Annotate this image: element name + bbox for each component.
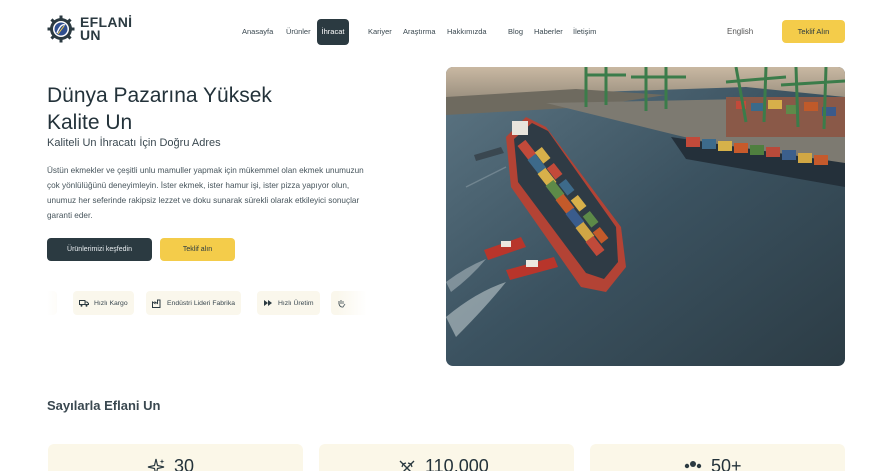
stat-card: 50+ <box>590 444 845 471</box>
stat-value: 30 <box>174 456 195 471</box>
feature-strip: Hızlı Kargo Endüstri Lideri Fabrika Hızl… <box>47 291 367 315</box>
stat-value: 50+ <box>711 456 742 471</box>
stat-value: 110.000 <box>425 456 489 471</box>
brand-line2: UN <box>80 27 101 43</box>
feature-chip-fabrika: Endüstri Lideri Fabrika <box>146 291 241 315</box>
hero-title: Dünya Pazarına Yüksek Kalite Un <box>47 84 272 134</box>
fade-right <box>337 291 367 315</box>
factory-icon <box>152 299 161 308</box>
get-offer-button[interactable]: Teklif alın <box>160 238 235 261</box>
feature-chip-kargo: Hızlı Kargo <box>73 291 134 315</box>
stat-card: 110.000 <box>319 444 574 471</box>
nav-item-haberler[interactable]: Haberler <box>534 19 563 45</box>
nav-item-kariyer[interactable]: Kariyer <box>368 19 392 45</box>
feature-chip-uretim: Hızlı Üretim <box>257 291 320 315</box>
hero-subtitle: Kaliteli Un İhracatı İçin Doğru Adres <box>47 137 221 149</box>
fade-left <box>47 291 77 315</box>
stat-card: 30 <box>48 444 303 471</box>
wheat-icon <box>399 460 415 471</box>
truck-icon <box>79 300 89 307</box>
site-header: EFLANİ UN Anasayfa Ürünler İhracat Kariy… <box>0 0 892 64</box>
language-switch[interactable]: English <box>727 19 753 45</box>
nav-item-iletisim[interactable]: İletişim <box>573 19 596 45</box>
gear-logo-icon <box>47 15 75 43</box>
explore-products-button[interactable]: Ürünlerimizi keşfedin <box>47 238 152 261</box>
sparkle-icon <box>147 458 165 471</box>
hero-image-port <box>446 67 845 366</box>
nav-item-arastirma[interactable]: Araştırma <box>403 19 436 45</box>
stats-section-title: Sayılarla Eflani Un <box>47 398 161 413</box>
people-icon <box>684 460 702 471</box>
nav-item-hakkimizda[interactable]: Hakkımızda <box>447 19 487 45</box>
feature-label: Hızlı Kargo <box>94 299 128 307</box>
nav-item-urunler[interactable]: Ürünler <box>286 19 311 45</box>
fast-forward-icon <box>264 300 272 306</box>
container-ship-illustration <box>446 67 845 366</box>
brand-name: EFLANİ UN <box>80 15 132 43</box>
feature-label: Hızlı Üretim <box>278 299 314 307</box>
brand-logo[interactable]: EFLANİ UN <box>46 14 132 44</box>
nav-item-ihracat[interactable]: İhracat <box>317 19 349 45</box>
feature-label: Endüstri Lideri Fabrika <box>167 299 235 307</box>
get-quote-button[interactable]: Teklif Alın <box>782 20 845 43</box>
nav-item-anasayfa[interactable]: Anasayfa <box>242 19 273 45</box>
nav-item-blog[interactable]: Blog <box>508 19 523 45</box>
hero-description: Üstün ekmekler ve çeşitli unlu mamuller … <box>47 166 364 220</box>
